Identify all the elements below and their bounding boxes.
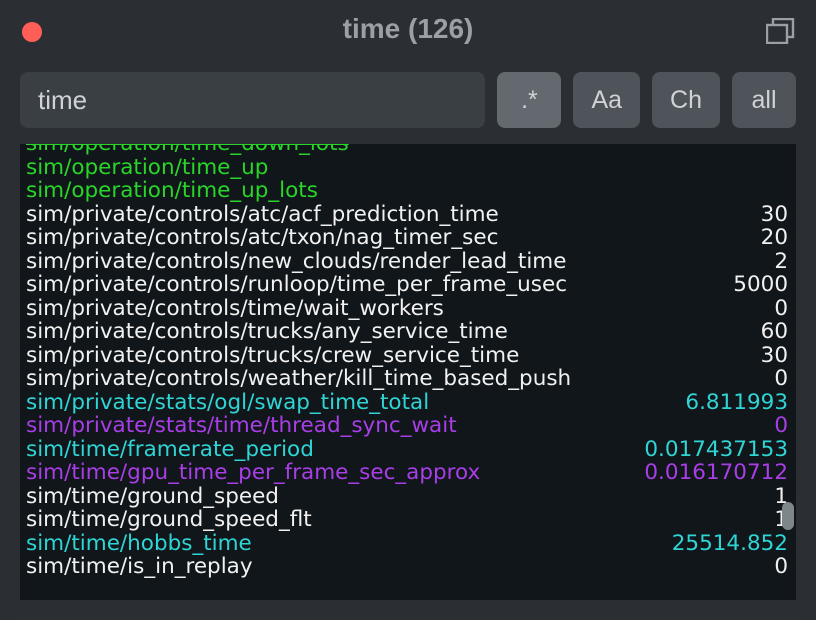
dataref-path: sim/private/controls/atc/acf_prediction_… bbox=[26, 203, 499, 227]
dataref-path: sim/private/controls/time/wait_workers bbox=[26, 297, 444, 321]
dataref-value: 0 bbox=[774, 414, 788, 438]
dataref-row[interactable]: sim/private/controls/weather/kill_time_b… bbox=[26, 367, 788, 391]
dataref-path: sim/private/controls/trucks/any_service_… bbox=[26, 320, 508, 344]
dataref-value: 30 bbox=[761, 203, 788, 227]
dataref-value: 0 bbox=[774, 367, 788, 391]
dataref-row[interactable]: sim/time/ground_speed1 bbox=[26, 485, 788, 509]
regex-toggle[interactable]: .* bbox=[497, 72, 561, 128]
dataref-path: sim/private/stats/ogl/swap_time_total bbox=[26, 391, 429, 415]
dataref-value: 6.811993 bbox=[685, 391, 788, 415]
results-panel: sim/operation/time_down_lotssim/operatio… bbox=[20, 144, 796, 600]
case-toggle[interactable]: Aa bbox=[573, 72, 640, 128]
dataref-row[interactable]: sim/time/is_in_replay 0 bbox=[26, 555, 788, 579]
dataref-path: sim/time/is_in_replay bbox=[26, 555, 253, 579]
dataref-value: 20 bbox=[761, 226, 788, 250]
dataref-value: 0.017437153 bbox=[644, 438, 788, 462]
dataref-row[interactable]: sim/private/controls/trucks/crew_service… bbox=[26, 344, 788, 368]
dataref-row[interactable]: sim/operation/time_down_lots bbox=[26, 144, 788, 156]
dataref-path: sim/private/controls/trucks/crew_service… bbox=[26, 344, 519, 368]
dataref-value: 60 bbox=[761, 320, 788, 344]
dataref-path: sim/private/controls/new_clouds/render_l… bbox=[26, 250, 566, 274]
dataref-path: sim/operation/time_up_lots bbox=[26, 179, 318, 203]
dataref-value: 25514.852 bbox=[672, 532, 788, 556]
popout-icon[interactable] bbox=[766, 18, 796, 44]
dataref-path: sim/time/ground_speed bbox=[26, 485, 279, 509]
dataref-row[interactable]: sim/time/ground_speed_flt1 bbox=[26, 508, 788, 532]
dataref-value: 5000 bbox=[733, 273, 788, 297]
dataref-path: sim/time/framerate_period bbox=[26, 438, 314, 462]
dataref-path: sim/private/stats/time/thread_sync_wait bbox=[26, 414, 457, 438]
dataref-path: sim/operation/time_up bbox=[26, 156, 268, 180]
dataref-row[interactable]: sim/private/controls/atc/txon/nag_timer_… bbox=[26, 226, 788, 250]
dataref-path: sim/time/ground_speed_flt bbox=[26, 508, 312, 532]
all-toggle[interactable]: all bbox=[732, 72, 796, 128]
dataref-path: sim/private/controls/runloop/time_per_fr… bbox=[26, 273, 567, 297]
dataref-row[interactable]: sim/time/gpu_time_per_frame_sec_approx 0.… bbox=[26, 461, 788, 485]
toolbar: .* Aa Ch all bbox=[0, 58, 816, 144]
dataref-value: 30 bbox=[761, 344, 788, 368]
dataref-value: 0 bbox=[774, 297, 788, 321]
dataref-path: sim/private/controls/atc/txon/nag_timer_… bbox=[26, 226, 498, 250]
dataref-path: sim/operation/time_down_lots bbox=[26, 144, 349, 156]
dataref-row[interactable]: sim/time/framerate_period 0.017437153 bbox=[26, 438, 788, 462]
dataref-row[interactable]: sim/time/hobbs_time 25514.852 bbox=[26, 532, 788, 556]
dataref-value: 0.016170712 bbox=[644, 461, 788, 485]
dataref-row[interactable]: sim/private/controls/atc/acf_prediction_… bbox=[26, 203, 788, 227]
dataref-row[interactable]: sim/private/controls/new_clouds/render_l… bbox=[26, 250, 788, 274]
dataref-row[interactable]: sim/private/controls/time/wait_workers 0 bbox=[26, 297, 788, 321]
changed-toggle[interactable]: Ch bbox=[652, 72, 720, 128]
dataref-row[interactable]: sim/operation/time_up bbox=[26, 156, 788, 180]
dataref-row[interactable]: sim/private/controls/trucks/any_service_… bbox=[26, 320, 788, 344]
dataref-value: 2 bbox=[774, 250, 788, 274]
dataref-row[interactable]: sim/private/stats/time/thread_sync_wait 0 bbox=[26, 414, 788, 438]
dataref-row[interactable]: sim/private/controls/runloop/time_per_fr… bbox=[26, 273, 788, 297]
dataref-window: time (126) .* Aa Ch all sim/operation/ti… bbox=[0, 0, 816, 620]
dataref-path: sim/private/controls/weather/kill_time_b… bbox=[26, 367, 571, 391]
window-title: time (126) bbox=[16, 13, 800, 45]
scrollbar-thumb[interactable] bbox=[782, 502, 794, 530]
titlebar: time (126) bbox=[0, 0, 816, 58]
search-input[interactable] bbox=[20, 72, 485, 128]
results-list: sim/operation/time_down_lotssim/operatio… bbox=[20, 144, 796, 581]
dataref-path: sim/time/hobbs_time bbox=[26, 532, 252, 556]
dataref-path: sim/time/gpu_time_per_frame_sec_approx bbox=[26, 461, 480, 485]
dataref-row[interactable]: sim/operation/time_up_lots bbox=[26, 179, 788, 203]
dataref-value: 0 bbox=[774, 555, 788, 579]
dataref-row[interactable]: sim/private/stats/ogl/swap_time_total 6.8… bbox=[26, 391, 788, 415]
close-button[interactable] bbox=[22, 22, 42, 42]
